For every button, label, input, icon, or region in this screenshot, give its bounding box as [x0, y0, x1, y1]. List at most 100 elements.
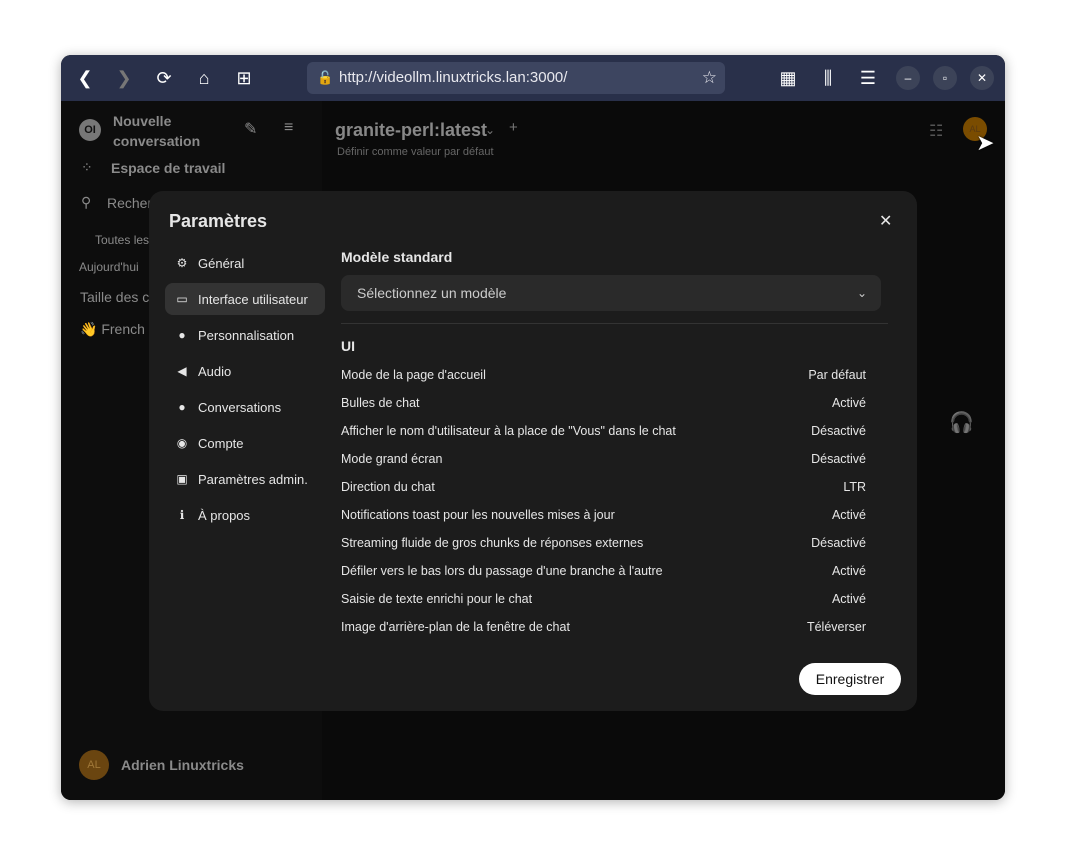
setting-value[interactable]: Activé [832, 508, 877, 522]
nav-label: À propos [198, 507, 251, 523]
reload-icon[interactable]: ⟳ [153, 67, 175, 89]
setting-value[interactable]: Activé [832, 564, 877, 578]
today-label: Aujourd'hui [79, 260, 139, 274]
chat-item[interactable]: 👋 French [80, 321, 145, 338]
setting-label: Image d'arrière-plan de la fenêtre de ch… [341, 620, 570, 634]
setting-label: Notifications toast pour les nouvelles m… [341, 508, 615, 522]
set-default-link[interactable]: Définir comme valeur par défaut [337, 146, 494, 158]
settings-modal: Paramètres ✕ ⚙ Général ▭ Interface utilisa… [149, 191, 917, 711]
nav-account[interactable]: ◉ Compte [165, 427, 325, 459]
model-select-placeholder: Sélectionnez un modèle [357, 285, 507, 301]
setting-value[interactable]: Désactivé [811, 424, 877, 438]
setting-label: Défiler vers le bas lors du passage d'un… [341, 564, 663, 578]
new-tab-icon[interactable]: ⊞ [233, 67, 255, 89]
setting-value[interactable]: Activé [832, 396, 877, 410]
nav-conversations[interactable]: ● Conversations [165, 391, 325, 423]
search-icon: ⚲ [81, 194, 92, 210]
browser-toolbar: ❮ ❯ ⟳ ⌂ ⊞ 🔓 http://videollm.linuxtricks.l… [61, 55, 1005, 101]
new-chat-link[interactable]: Nouvelle conversation [113, 111, 223, 151]
openwebui-logo: OI [79, 119, 101, 141]
monitor-icon: ▭ [176, 292, 188, 306]
setting-row[interactable]: Image d'arrière-plan de la fenêtre de ch… [341, 620, 877, 634]
gear-icon: ⚙ [176, 256, 188, 270]
admin-card-icon: ▣ [176, 472, 188, 486]
maximize-button[interactable]: ▫ [933, 66, 957, 90]
setting-value[interactable]: Désactivé [811, 536, 877, 550]
model-select[interactable]: Sélectionnez un modèle ⌄ [341, 275, 881, 311]
save-button[interactable]: Enregistrer [799, 663, 901, 695]
mouse-cursor-icon: ➤ [976, 130, 995, 155]
setting-label: Streaming fluide de gros chunks de répon… [341, 536, 644, 550]
minimize-button[interactable]: – [896, 66, 920, 90]
nav-label: Interface utilisateur [198, 291, 308, 307]
setting-row[interactable]: Streaming fluide de gros chunks de répon… [341, 536, 877, 550]
nav-label: Conversations [198, 399, 282, 415]
add-model-icon[interactable]: + [509, 119, 518, 136]
extensions-grid-icon[interactable]: ▦ [777, 67, 799, 89]
insecure-lock-icon: 🔓 [317, 70, 334, 85]
chat-item[interactable]: Taille des c [80, 289, 149, 305]
chevron-down-icon[interactable]: ⌄ [485, 123, 495, 137]
url-bar[interactable]: 🔓 http://videollm.linuxtricks.lan:3000/ ☆ [307, 62, 725, 94]
back-icon[interactable]: ❮ [74, 67, 96, 89]
nav-label: Paramètres admin. [198, 471, 308, 487]
workspace-icon: ⁘ [81, 159, 93, 175]
setting-label: Mode de la page d'accueil [341, 368, 486, 382]
menu-icon[interactable]: ☰ [857, 67, 879, 89]
setting-row[interactable]: Saisie de texte enrichi pour le chat Acti… [341, 592, 877, 606]
nav-label: Général [198, 255, 245, 271]
nav-interface[interactable]: ▭ Interface utilisateur [165, 283, 325, 315]
setting-label: Direction du chat [341, 480, 435, 494]
forward-icon[interactable]: ❯ [113, 67, 135, 89]
setting-value[interactable]: LTR [843, 480, 877, 494]
speaker-icon: ◀ [177, 364, 187, 378]
setting-label: Saisie de texte enrichi pour le chat [341, 592, 533, 606]
setting-row[interactable]: Mode grand écran Désactivé [341, 452, 877, 466]
chevron-down-icon: ⌄ [856, 286, 867, 300]
setting-value[interactable]: Téléverser [807, 620, 877, 634]
setting-label: Afficher le nom d'utilisateur à la place… [341, 424, 676, 438]
model-selector[interactable]: granite-perl:latest [335, 120, 487, 141]
setting-row[interactable]: Bulles de chat Activé [341, 396, 877, 410]
library-icon[interactable]: ⫼ [817, 67, 839, 89]
setting-row[interactable]: Notifications toast pour les nouvelles m… [341, 508, 877, 522]
modal-title: Paramètres [169, 211, 268, 231]
setting-row[interactable]: Direction du chat LTR [341, 480, 877, 494]
nav-personalization[interactable]: ● Personnalisation [165, 319, 325, 351]
setting-value[interactable]: Activé [832, 592, 877, 606]
chat-bubble-icon: ● [178, 400, 186, 414]
controls-sliders-icon[interactable]: ☷ [929, 121, 943, 141]
info-icon: ℹ [179, 508, 185, 522]
nav-about[interactable]: ℹ À propos [165, 499, 325, 531]
nav-label: Personnalisation [198, 327, 295, 343]
nav-label: Compte [198, 435, 244, 451]
default-model-heading: Modèle standard [341, 249, 453, 265]
ui-heading: UI [341, 338, 355, 354]
nav-admin[interactable]: ▣ Paramètres admin. [165, 463, 325, 495]
setting-value[interactable]: Désactivé [811, 452, 877, 466]
headphones-icon[interactable]: 🎧 [949, 410, 974, 435]
setting-row[interactable]: Mode de la page d'accueil Par défaut [341, 368, 877, 382]
url-text: http://videollm.linuxtricks.lan:3000/ [339, 69, 568, 86]
nav-label: Audio [198, 363, 232, 379]
user-icon: ● [178, 328, 186, 342]
nav-audio[interactable]: ◀ Audio [165, 355, 325, 387]
user-name[interactable]: Adrien Linuxtricks [121, 757, 244, 773]
close-icon[interactable]: ✕ [879, 211, 892, 231]
close-window-button[interactable]: ✕ [970, 66, 994, 90]
setting-label: Bulles de chat [341, 396, 420, 410]
user-avatar[interactable]: AL [79, 750, 109, 780]
all-chats-folder[interactable]: Toutes les [95, 233, 149, 247]
setting-row[interactable]: Défiler vers le bas lors du passage d'un… [341, 564, 877, 578]
setting-value[interactable]: Par défaut [808, 368, 877, 382]
nav-general[interactable]: ⚙ Général [165, 247, 325, 279]
divider [341, 323, 888, 324]
bookmark-star-icon[interactable]: ☆ [702, 62, 717, 94]
home-icon[interactable]: ⌂ [193, 67, 215, 89]
setting-label: Mode grand écran [341, 452, 443, 466]
setting-row[interactable]: Afficher le nom d'utilisateur à la place… [341, 424, 877, 438]
edit-icon[interactable]: ✎ [244, 119, 257, 139]
workspace-link[interactable]: Espace de travail [111, 160, 225, 176]
account-icon: ◉ [176, 436, 188, 450]
sidebar-toggle-icon[interactable]: ≡ [284, 119, 293, 137]
